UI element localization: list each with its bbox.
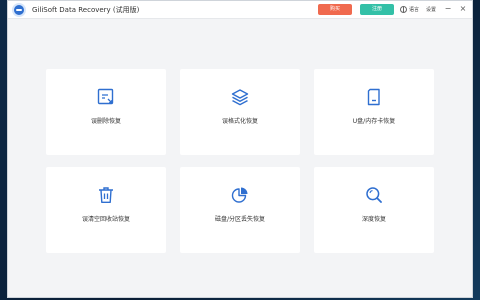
register-button[interactable]: 注册 — [360, 4, 394, 15]
close-button[interactable]: × — [457, 3, 469, 15]
app-title: GiliSoft Data Recovery (试用版) — [32, 6, 140, 14]
title-bar: GiliSoft Data Recovery (试用版) 购买 注册 语言 设置… — [8, 1, 472, 19]
trash-icon — [99, 187, 113, 203]
deleted-file-recovery-icon — [97, 88, 114, 105]
globe-icon — [400, 6, 407, 13]
buy-button[interactable]: 购买 — [318, 4, 352, 15]
card-deleted-recovery[interactable]: 误删除恢复 — [46, 69, 166, 155]
language-button[interactable]: 语言 — [400, 4, 419, 16]
card-usb-card-recovery[interactable]: U盘/内存卡恢复 — [314, 69, 434, 155]
magnifier-icon — [366, 187, 382, 203]
language-label: 语言 — [409, 7, 420, 13]
app-window: GiliSoft Data Recovery (试用版) 购买 注册 语言 设置… — [7, 0, 473, 298]
card-recycle-bin-recovery[interactable]: 误清空回收站恢复 — [46, 167, 166, 253]
card-label: 误删除恢复 — [90, 118, 121, 125]
card-label: 磁盘/分区丢失恢复 — [214, 216, 266, 223]
card-deep-recovery[interactable]: 深度恢复 — [314, 167, 434, 253]
card-partition-recovery[interactable]: 磁盘/分区丢失恢复 — [180, 167, 300, 253]
settings-button[interactable]: 设置 — [426, 4, 436, 16]
card-label: 误格式化恢复 — [221, 118, 258, 125]
sd-card-icon — [367, 88, 380, 106]
pie-chart-icon — [231, 187, 248, 203]
app-logo-icon — [12, 3, 26, 17]
card-label: 深度恢复 — [361, 216, 386, 223]
layers-icon — [231, 89, 249, 106]
minimize-button[interactable]: − — [442, 3, 454, 15]
card-label: 误清空回收站恢复 — [81, 216, 130, 223]
card-label: U盘/内存卡恢复 — [352, 118, 396, 125]
card-format-recovery[interactable]: 误格式化恢复 — [180, 69, 300, 155]
